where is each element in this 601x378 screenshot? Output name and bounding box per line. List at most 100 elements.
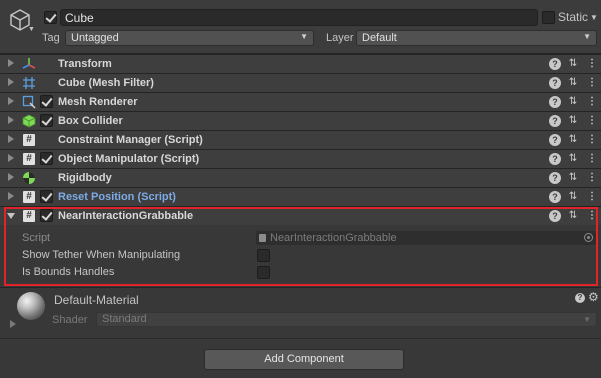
active-checkbox[interactable] bbox=[44, 11, 57, 24]
tag-dropdown[interactable]: Untagged ▼ bbox=[65, 30, 314, 46]
script-icon: # bbox=[22, 133, 36, 147]
layer-dropdown[interactable]: Default ▼ bbox=[356, 30, 597, 46]
shader-label: Shader bbox=[52, 314, 88, 326]
script-field-label: Script bbox=[22, 232, 51, 244]
more-options-icon[interactable]: ⋮ bbox=[586, 191, 598, 203]
foldout-arrow[interactable] bbox=[8, 135, 14, 143]
component-enabled-checkbox[interactable] bbox=[40, 114, 53, 127]
script-object-field[interactable]: NearInteractionGrabbable bbox=[256, 231, 596, 245]
script-file-icon bbox=[259, 234, 266, 242]
more-options-icon[interactable]: ⋮ bbox=[586, 115, 598, 127]
foldout-arrow[interactable] bbox=[8, 59, 14, 67]
gear-icon[interactable]: ⚙ bbox=[588, 290, 599, 304]
foldout-arrow[interactable] bbox=[8, 154, 14, 162]
component-box-collider[interactable]: Box Collider ? ⇅ ⋮ bbox=[0, 111, 601, 130]
component-mesh-filter[interactable]: Cube (Mesh Filter) ? ⇅ ⋮ bbox=[0, 73, 601, 92]
script-icon: # bbox=[22, 190, 36, 204]
preset-icon[interactable]: ⇅ bbox=[567, 115, 579, 127]
foldout-arrow[interactable] bbox=[8, 192, 14, 200]
material-preview-sphere[interactable] bbox=[17, 292, 45, 320]
foldout-arrow[interactable] bbox=[8, 78, 14, 86]
layer-label: Layer bbox=[326, 32, 354, 44]
help-icon[interactable]: ? bbox=[549, 210, 561, 222]
more-options-icon[interactable]: ⋮ bbox=[586, 77, 598, 89]
foldout-arrow[interactable] bbox=[8, 97, 14, 105]
component-name: Transform bbox=[58, 58, 112, 70]
is-bounds-handles-checkbox[interactable] bbox=[257, 266, 270, 279]
preset-icon[interactable]: ⇅ bbox=[567, 96, 579, 108]
shader-value: Standard bbox=[102, 313, 147, 325]
gameobject-name-field[interactable]: Cube bbox=[60, 9, 538, 26]
component-enabled-checkbox[interactable] bbox=[40, 190, 53, 203]
divider bbox=[0, 338, 601, 339]
help-icon[interactable]: ? bbox=[575, 293, 585, 303]
component-name: Rigidbody bbox=[58, 172, 112, 184]
divider bbox=[0, 287, 601, 288]
component-near-interaction-grabbable[interactable]: # NearInteractionGrabbable ? ⇅ ⋮ bbox=[0, 206, 601, 225]
more-options-icon[interactable]: ⋮ bbox=[586, 134, 598, 146]
component-name: Constraint Manager (Script) bbox=[58, 134, 203, 146]
help-icon[interactable]: ? bbox=[549, 172, 561, 184]
box-collider-icon bbox=[22, 114, 36, 128]
gameobject-header: ▼ Cube Static ▼ Tag Untagged ▼ Layer Def… bbox=[0, 0, 601, 54]
more-options-icon[interactable]: ⋮ bbox=[586, 96, 598, 108]
foldout-arrow[interactable] bbox=[7, 213, 15, 219]
tag-label: Tag bbox=[42, 32, 60, 44]
more-options-icon[interactable]: ⋮ bbox=[586, 153, 598, 165]
preset-icon[interactable]: ⇅ bbox=[567, 153, 579, 165]
is-bounds-handles-label: Is Bounds Handles bbox=[22, 266, 115, 278]
help-icon[interactable]: ? bbox=[549, 77, 561, 89]
component-mesh-renderer[interactable]: Mesh Renderer ? ⇅ ⋮ bbox=[0, 92, 601, 111]
mesh-renderer-icon bbox=[22, 95, 36, 109]
help-icon[interactable]: ? bbox=[549, 58, 561, 70]
mesh-filter-icon bbox=[22, 76, 36, 90]
rigidbody-icon bbox=[22, 171, 36, 185]
component-name: Object Manipulator (Script) bbox=[58, 153, 200, 165]
foldout-arrow[interactable] bbox=[8, 173, 14, 181]
component-name: NearInteractionGrabbable bbox=[58, 210, 194, 222]
foldout-arrow[interactable] bbox=[8, 116, 14, 124]
help-icon[interactable]: ? bbox=[549, 115, 561, 127]
shader-dropdown[interactable]: Standard ▼ bbox=[96, 312, 597, 327]
object-picker-icon[interactable] bbox=[584, 233, 593, 242]
component-object-manipulator[interactable]: # Object Manipulator (Script) ? ⇅ ⋮ bbox=[0, 149, 601, 168]
preset-icon[interactable]: ⇅ bbox=[567, 191, 579, 203]
material-name: Default-Material bbox=[54, 293, 139, 307]
more-options-icon[interactable]: ⋮ bbox=[586, 172, 598, 184]
static-dropdown-caret[interactable]: ▼ bbox=[590, 13, 598, 22]
component-name: Box Collider bbox=[58, 115, 123, 127]
preset-icon[interactable]: ⇅ bbox=[567, 172, 579, 184]
help-icon[interactable]: ? bbox=[549, 191, 561, 203]
more-options-icon[interactable]: ⋮ bbox=[586, 210, 598, 222]
preset-icon[interactable]: ⇅ bbox=[567, 77, 579, 89]
chevron-down-icon: ▼ bbox=[583, 315, 591, 324]
preset-icon[interactable]: ⇅ bbox=[567, 210, 579, 222]
component-reset-position[interactable]: # Reset Position (Script) ? ⇅ ⋮ bbox=[0, 187, 601, 206]
layer-value: Default bbox=[362, 32, 397, 44]
chevron-down-icon: ▼ bbox=[583, 32, 591, 41]
component-name: Mesh Renderer bbox=[58, 96, 138, 108]
add-component-button[interactable]: Add Component bbox=[204, 349, 404, 370]
component-enabled-checkbox[interactable] bbox=[40, 209, 53, 222]
script-icon: # bbox=[22, 209, 36, 223]
component-enabled-checkbox[interactable] bbox=[40, 95, 53, 108]
preset-icon[interactable]: ⇅ bbox=[567, 58, 579, 70]
help-icon[interactable]: ? bbox=[549, 153, 561, 165]
static-checkbox[interactable] bbox=[542, 11, 555, 24]
component-rigidbody[interactable]: Rigidbody ? ⇅ ⋮ bbox=[0, 168, 601, 187]
component-transform[interactable]: Transform ? ⇅ ⋮ bbox=[0, 54, 601, 73]
component-name: Reset Position (Script) bbox=[58, 191, 176, 203]
show-tether-checkbox[interactable] bbox=[257, 249, 270, 262]
icon-dropdown-caret[interactable]: ▼ bbox=[28, 26, 35, 33]
help-icon[interactable]: ? bbox=[549, 96, 561, 108]
tag-value: Untagged bbox=[71, 32, 119, 44]
help-icon[interactable]: ? bbox=[549, 134, 561, 146]
component-enabled-checkbox[interactable] bbox=[40, 152, 53, 165]
static-label: Static bbox=[558, 10, 589, 24]
script-object-value: NearInteractionGrabbable bbox=[270, 232, 397, 244]
material-foldout-arrow[interactable] bbox=[10, 320, 16, 328]
component-name: Cube (Mesh Filter) bbox=[58, 77, 154, 89]
component-constraint-manager[interactable]: # Constraint Manager (Script) ? ⇅ ⋮ bbox=[0, 130, 601, 149]
more-options-icon[interactable]: ⋮ bbox=[586, 58, 598, 70]
preset-icon[interactable]: ⇅ bbox=[567, 134, 579, 146]
